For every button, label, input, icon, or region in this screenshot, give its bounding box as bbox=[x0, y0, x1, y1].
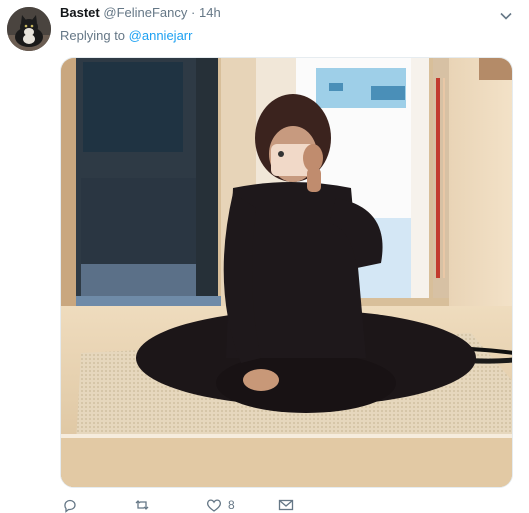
direct-message-button[interactable] bbox=[278, 497, 294, 513]
author-name[interactable]: Bastet bbox=[60, 5, 100, 20]
replying-to-line: Replying to @anniejarr bbox=[60, 28, 192, 44]
heart-icon bbox=[207, 499, 221, 512]
author-handle[interactable]: @FelineFancy bbox=[103, 5, 187, 20]
reply-button[interactable] bbox=[62, 497, 78, 513]
separator-dot: · bbox=[191, 5, 196, 20]
tweet-actions: 8 bbox=[60, 497, 513, 513]
tweet-header: Bastet @FelineFancy · 14h bbox=[60, 5, 221, 21]
mirror-selfie-image bbox=[61, 58, 512, 487]
replying-prefix: Replying to bbox=[60, 28, 126, 43]
chevron-down-icon[interactable] bbox=[499, 9, 513, 23]
avatar[interactable] bbox=[7, 7, 51, 51]
reply-icon bbox=[64, 499, 76, 513]
cat-avatar-image bbox=[7, 7, 51, 51]
retweet-icon bbox=[135, 500, 149, 510]
tweet-timestamp[interactable]: 14h bbox=[199, 5, 221, 20]
tweet[interactable]: Bastet @FelineFancy · 14h Replying to @a… bbox=[0, 0, 529, 513]
like-button[interactable]: 8 bbox=[206, 497, 235, 513]
like-count: 8 bbox=[228, 498, 235, 512]
retweet-button[interactable] bbox=[134, 497, 150, 513]
replying-to-link[interactable]: @anniejarr bbox=[129, 28, 193, 43]
tweet-photo[interactable] bbox=[60, 57, 513, 488]
envelope-icon bbox=[278, 499, 294, 511]
